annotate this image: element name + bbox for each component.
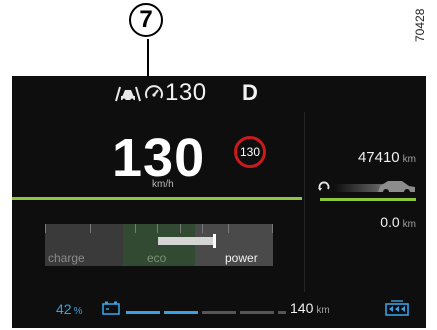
car-silhouette-icon [334,181,415,195]
range-value: 140 [290,300,314,316]
panel-divider [304,112,305,292]
gauge-tick [135,224,136,233]
reference-code: 70428 [413,8,427,42]
callout-leader-line [147,39,149,81]
range-segment [126,311,160,314]
gauge-tick [157,224,158,233]
trip-unit: km [402,219,416,230]
range-unit: km [316,305,330,316]
odometer-unit: km [402,154,416,165]
bottom-status-bar: 42% 140 km [12,292,426,328]
gauge-tick [228,224,229,233]
range-segment [164,311,198,314]
speed-limit-sign: 130 [234,136,266,168]
top-status-bar: 130 D [12,76,426,110]
callout-number: 7 [129,3,163,37]
trip-value: 0.0 [380,214,400,230]
battery-level-unit: % [73,306,83,317]
odometer: 47410 km [312,149,416,167]
gauge-label-power: power [225,251,258,265]
gear-indicator: D [242,80,258,105]
main-green-line [12,197,302,200]
gauge-marker [213,234,216,248]
gauge-power-bar [158,237,214,245]
battery-level-value: 42 [56,301,72,317]
gauge-tick [45,224,46,233]
charge-mode-icon [385,300,409,316]
right-green-line [320,198,416,201]
reset-icon [318,181,330,191]
gauge-tick [202,224,203,233]
power-gauge: charge eco power [45,224,273,266]
set-speed-value: 130 [165,79,207,106]
gauge-label-eco: eco [147,251,167,265]
car-assist-icon [115,86,141,102]
instrument-cluster-screen: 130 D 130 km/h 130 47410 km 0.0 km charg… [12,76,426,328]
gauge-tick [180,224,181,233]
current-speed: 130 [112,128,206,188]
speed-unit: km/h [152,179,174,190]
range-remaining: 140 km [290,300,330,318]
battery-icon [102,301,120,315]
range-segment [202,311,236,314]
trip-meter: 0.0 km [312,214,416,232]
battery-level: 42% [56,301,82,319]
gauge-tick [90,224,91,233]
range-segment [240,311,274,314]
speed-limit-value: 130 [239,145,261,159]
range-segment [278,311,286,314]
gauge-tick [272,224,273,233]
odometer-value: 47410 [357,149,400,166]
gauge-label-charge: charge [48,251,85,265]
speed-limiter-icon [145,85,163,99]
callout-marker: 7 [129,3,165,39]
